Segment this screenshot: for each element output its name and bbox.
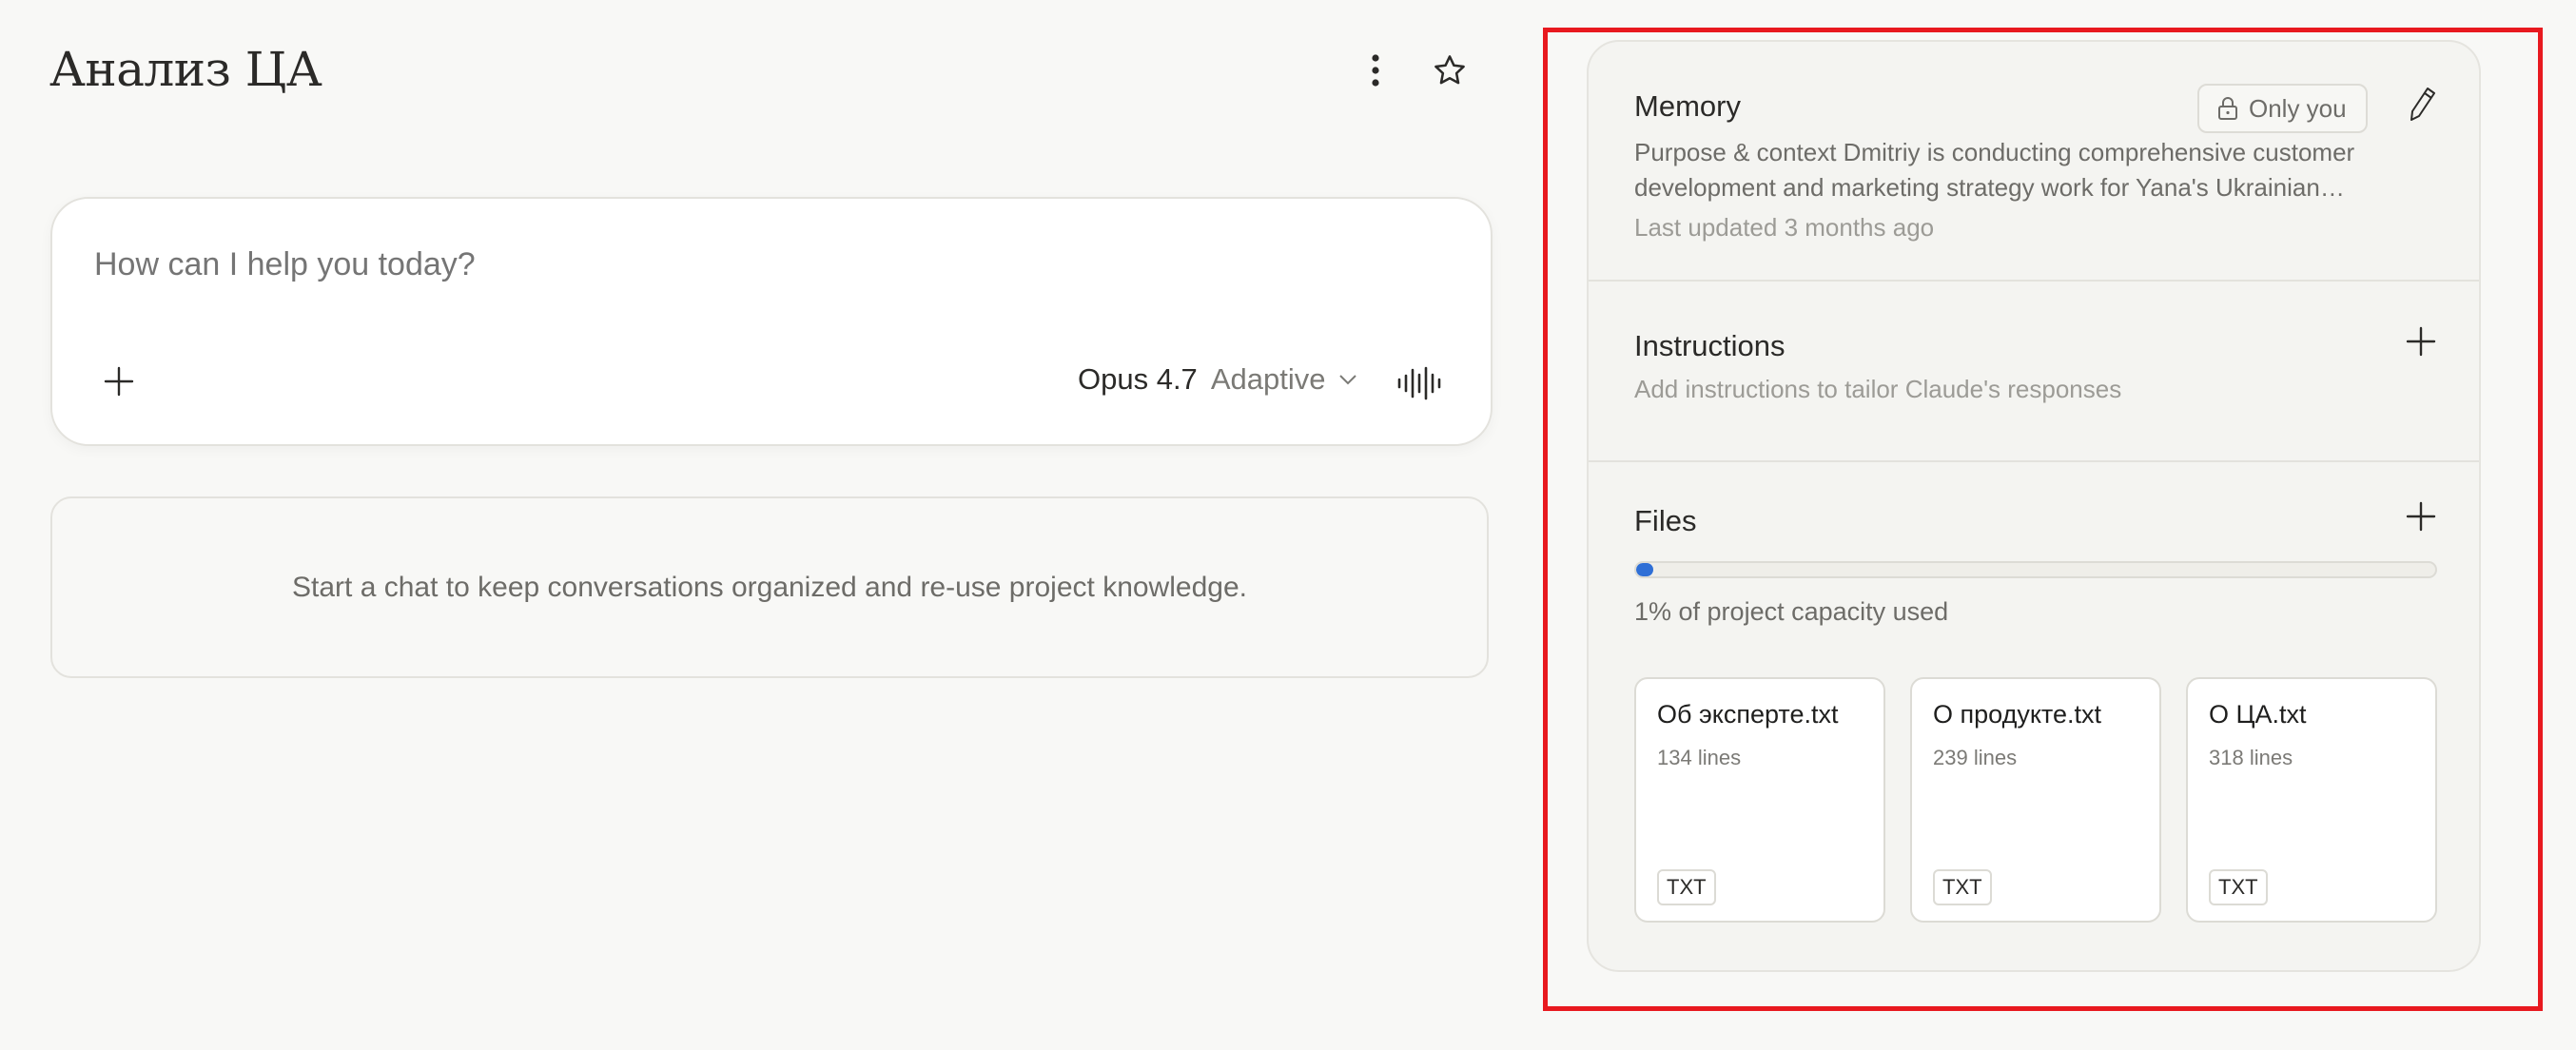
file-line-count: 318 lines (2209, 746, 2293, 769)
file-type-badge: TXT (1933, 869, 1992, 905)
plus-icon (104, 366, 134, 397)
main-area: Анализ ЦА Opus 4.7 Adaptive (0, 0, 1522, 1050)
visibility-label: Only you (2249, 93, 2347, 123)
favorite-button[interactable] (1427, 48, 1473, 93)
file-name: Об эксперте.txt (1657, 700, 1839, 729)
star-icon (1434, 55, 1465, 85)
project-knowledge-panel: Memory Only you Purpose & context Dmitri… (1587, 40, 2481, 972)
file-line-count: 239 lines (1933, 746, 2018, 769)
file-card[interactable]: О ЦА.txt 318 lines TXT (2186, 677, 2437, 923)
voice-mode-button[interactable] (1395, 360, 1441, 406)
waveform-icon (1397, 366, 1441, 400)
files-title: Files (1634, 504, 1697, 537)
file-line-count: 134 lines (1657, 746, 1742, 769)
file-type-badge: TXT (2209, 869, 2268, 905)
memory-visibility-badge[interactable]: Only you (2197, 84, 2368, 133)
section-divider (1589, 460, 2479, 462)
file-type-badge: TXT (1657, 869, 1716, 905)
plus-icon (2406, 326, 2436, 357)
chevron-down-icon (1339, 375, 1357, 385)
add-instructions-button[interactable] (2405, 325, 2437, 362)
memory-summary: Purpose & context Dmitriy is conducting … (1634, 138, 2355, 202)
instructions-title: Instructions (1634, 329, 1786, 362)
model-selector[interactable]: Opus 4.7 Adaptive (1078, 362, 1357, 397)
pencil-icon (2410, 88, 2435, 121)
file-card[interactable]: Об эксперте.txt 134 lines TXT (1634, 677, 1885, 923)
more-options-button[interactable] (1353, 48, 1398, 93)
edit-memory-button[interactable] (2407, 86, 2437, 128)
file-name: О ЦА.txt (2209, 700, 2307, 729)
title-actions (1353, 48, 1473, 93)
chat-input[interactable] (94, 246, 1426, 283)
empty-state-text: Start a chat to keep conversations organ… (292, 571, 1247, 603)
page-title: Анализ ЦА (49, 42, 322, 97)
section-divider (1589, 280, 2479, 282)
add-file-button[interactable] (2405, 500, 2437, 537)
capacity-progress-bar (1634, 561, 2437, 578)
file-list: Об эксперте.txt 134 lines TXT О продукте… (1634, 677, 2437, 923)
memory-title: Memory (1634, 89, 1741, 123)
file-name: О продукте.txt (1933, 700, 2102, 729)
model-mode: Adaptive (1210, 362, 1326, 396)
capacity-progress-fill (1636, 563, 1654, 576)
empty-state-card: Start a chat to keep conversations organ… (50, 496, 1489, 678)
model-name: Opus 4.7 (1078, 362, 1198, 396)
add-attachment-button[interactable] (96, 359, 142, 404)
capacity-label: 1% of project capacity used (1634, 597, 1949, 626)
plus-icon (2406, 501, 2436, 532)
instructions-description: Add instructions to tailor Claude's resp… (1634, 375, 2122, 403)
chat-composer: Opus 4.7 Adaptive (50, 197, 1493, 446)
memory-updated: Last updated 3 months ago (1634, 213, 1935, 242)
vertical-dots-icon (1372, 54, 1379, 87)
file-card[interactable]: О продукте.txt 239 lines TXT (1910, 677, 2161, 923)
lock-icon (2218, 97, 2237, 120)
memory-section: Memory Only you Purpose & context Dmitri… (1589, 42, 2479, 280)
